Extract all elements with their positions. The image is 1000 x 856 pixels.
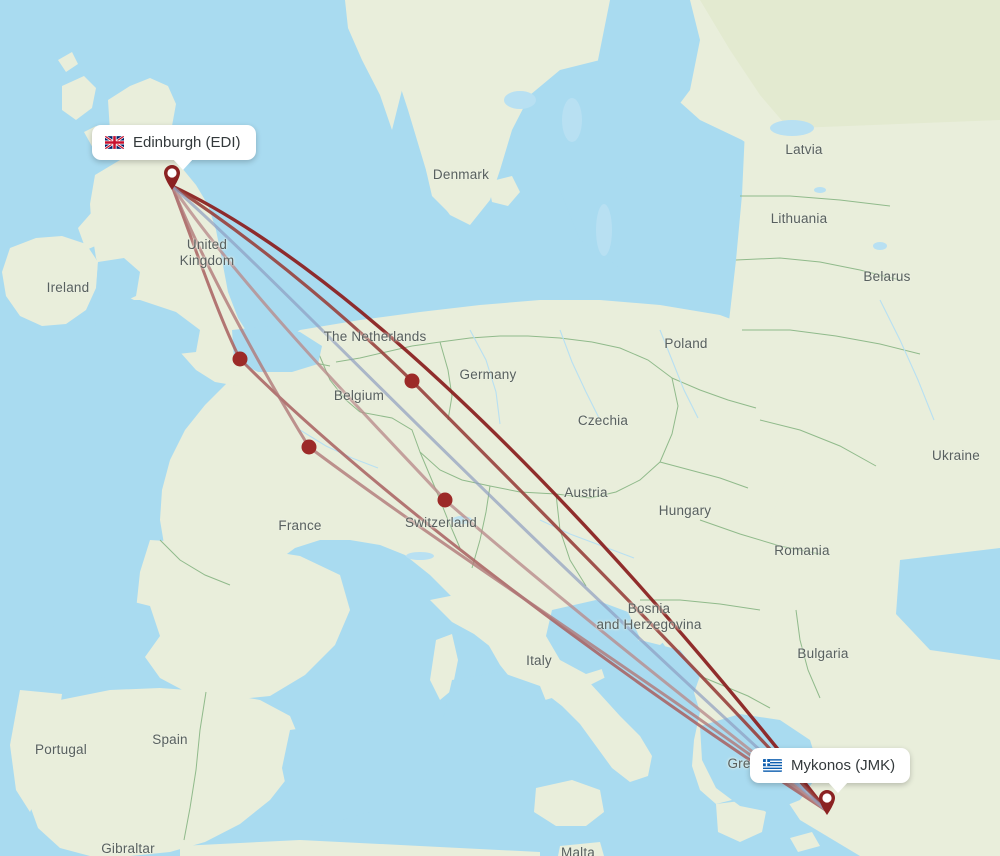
waypoint-paris[interactable] xyxy=(301,439,317,455)
airport-tooltip-label-edi: Edinburgh (EDI) xyxy=(133,134,241,151)
flight-route-map[interactable]: .land{fill:#e9eedb;} .land2{fill:#e3ead0… xyxy=(0,0,1000,856)
greece-flag-icon xyxy=(763,759,782,772)
waypoint-frankfurt[interactable] xyxy=(404,373,420,389)
airport-tooltip-edi[interactable]: Edinburgh (EDI) xyxy=(92,125,256,170)
waypoint-london[interactable] xyxy=(232,351,248,367)
waypoint-zurich[interactable] xyxy=(437,492,453,508)
airport-tooltip-label-jmk: Mykonos (JMK) xyxy=(791,757,896,774)
uk-flag-icon xyxy=(105,136,124,149)
airport-tooltip-jmk[interactable]: Mykonos (JMK) xyxy=(750,748,911,793)
route-edi-blue[interactable] xyxy=(170,184,829,813)
